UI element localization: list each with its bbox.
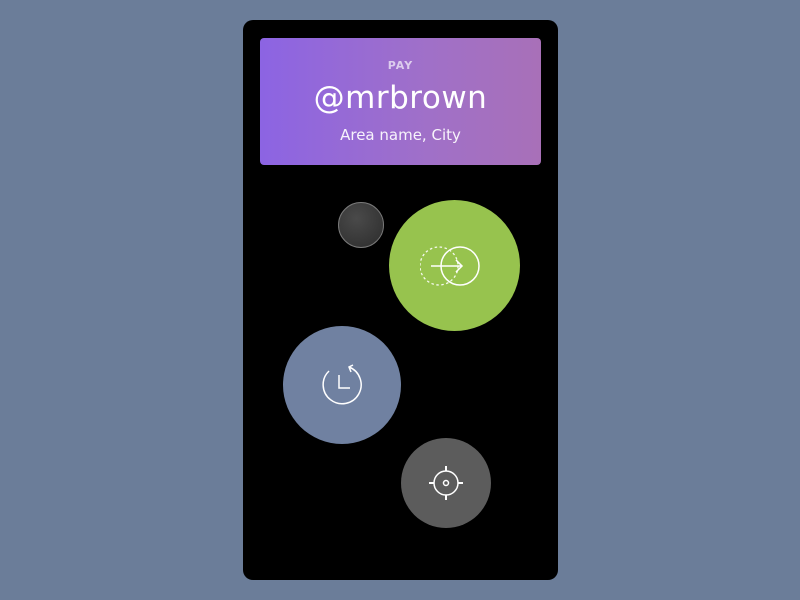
enter-arrow-icon bbox=[419, 241, 490, 291]
more-options-button[interactable] bbox=[338, 202, 384, 248]
sign-in-button[interactable] bbox=[389, 200, 520, 331]
gear-icon bbox=[426, 463, 466, 503]
history-button[interactable] bbox=[283, 326, 401, 444]
pay-label: PAY bbox=[387, 59, 414, 72]
user-location: Area name, City bbox=[340, 126, 461, 144]
user-handle: @mrbrown bbox=[313, 80, 488, 116]
settings-button[interactable] bbox=[401, 438, 491, 528]
stage: PAY @mrbrown Area name, City bbox=[0, 0, 800, 600]
pay-card[interactable]: PAY @mrbrown Area name, City bbox=[260, 38, 541, 165]
phone-screen: PAY @mrbrown Area name, City bbox=[243, 20, 558, 580]
history-clock-icon bbox=[319, 362, 365, 408]
